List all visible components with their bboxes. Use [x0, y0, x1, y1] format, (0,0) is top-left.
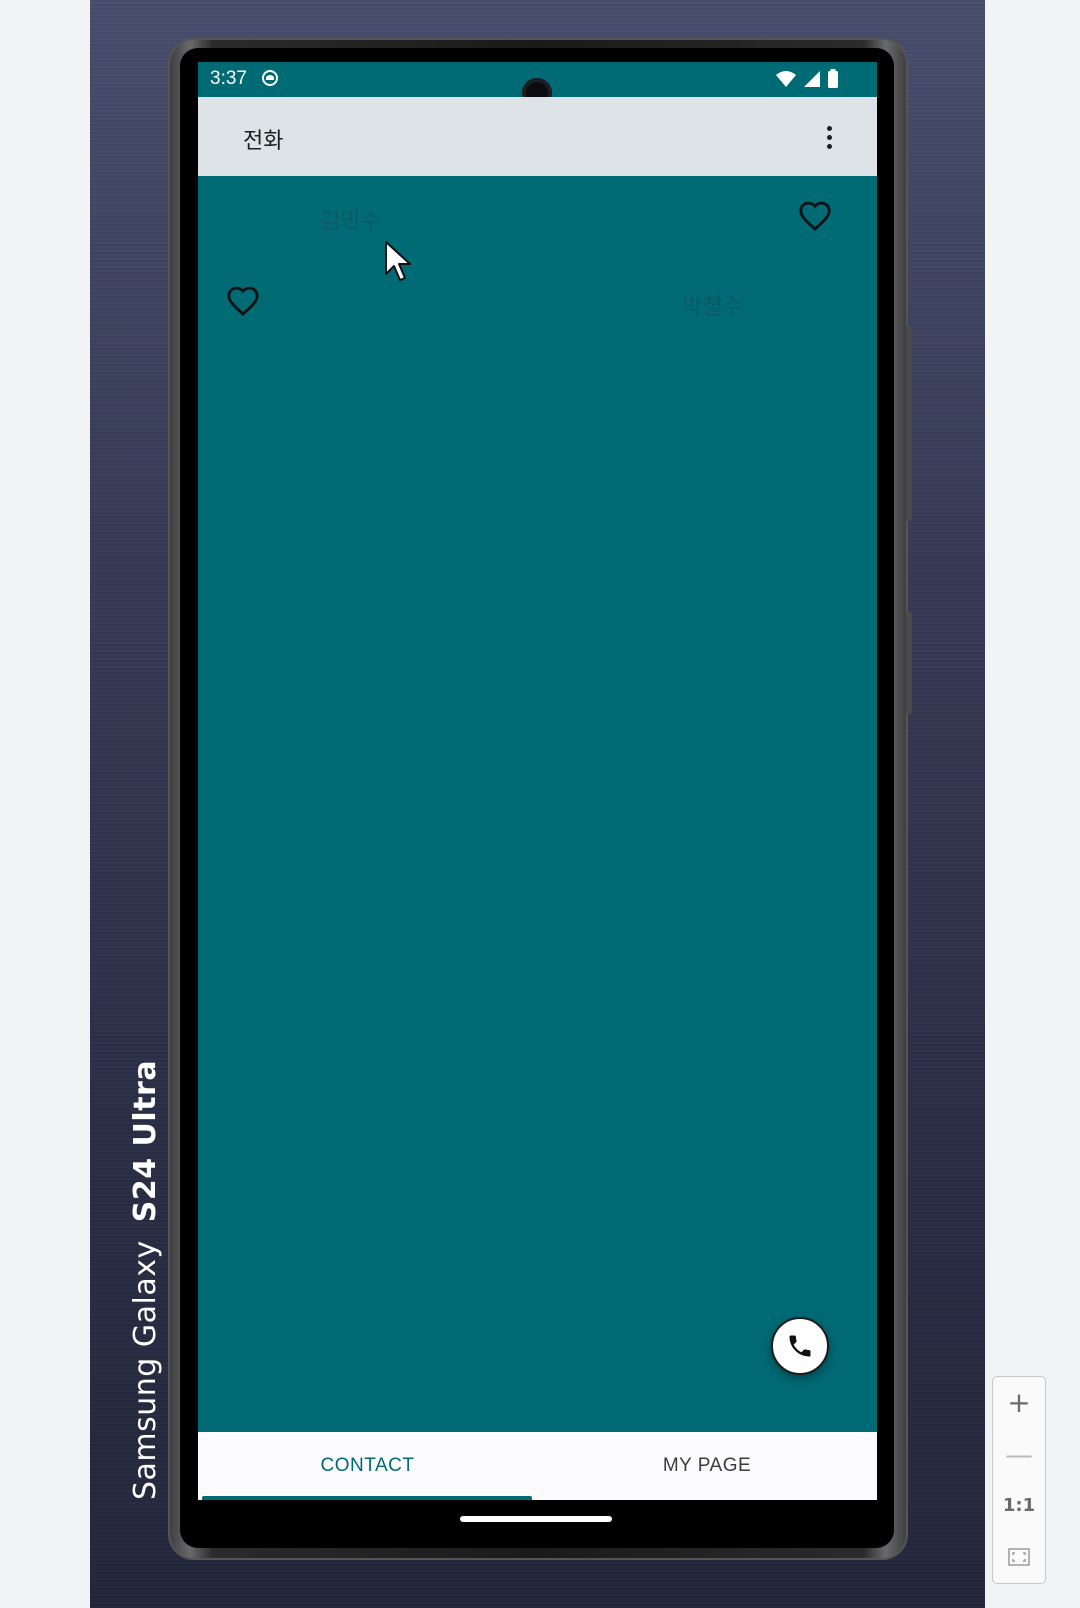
- more-vert-icon[interactable]: [817, 119, 841, 155]
- call-fab-button[interactable]: [771, 1317, 829, 1375]
- app-title: 전화: [243, 129, 284, 154]
- signal-icon: [804, 70, 820, 87]
- tab-my-page[interactable]: MY PAGE: [537, 1432, 877, 1500]
- actual-size-button[interactable]: 1:1: [993, 1480, 1045, 1532]
- contact-name: 김민수: [320, 209, 381, 234]
- heart-outline-icon[interactable]: [798, 200, 832, 234]
- device-label: Samsung Galaxy S24 Ultra: [128, 1060, 163, 1500]
- bottom-tab-bar: CONTACT MY PAGE: [198, 1432, 877, 1500]
- zoom-out-button[interactable]: —: [993, 1429, 1045, 1481]
- status-time: 3:37: [210, 68, 247, 89]
- zoom-in-button[interactable]: +: [993, 1377, 1045, 1429]
- volume-button: [906, 325, 912, 521]
- phone-screen: 3:37 전화 김민수 박철수 CONTACT MY PAGE: [198, 62, 877, 1500]
- battery-icon: [828, 69, 838, 88]
- zoom-controls: + — 1:1: [992, 1376, 1046, 1584]
- phone-icon: [789, 1335, 811, 1357]
- contact-name: 박철수: [682, 295, 743, 320]
- contact-list-item[interactable]: 김민수: [198, 176, 877, 262]
- device-model-label: S24 Ultra: [128, 1059, 163, 1223]
- tab-contact[interactable]: CONTACT: [198, 1432, 537, 1500]
- fit-screen-button[interactable]: [993, 1532, 1045, 1584]
- device-brand-label: Samsung Galaxy: [128, 1240, 163, 1500]
- contact-list-item[interactable]: 박철수: [198, 262, 877, 348]
- mouse-cursor-icon: [385, 241, 411, 281]
- home-gesture-handle[interactable]: [460, 1516, 612, 1522]
- app-notification-icon: [262, 70, 278, 86]
- heart-outline-icon[interactable]: [226, 285, 260, 319]
- app-bar: 전화: [198, 97, 877, 176]
- fit-screen-icon: [1008, 1548, 1030, 1566]
- status-icons: [775, 69, 839, 88]
- wifi-icon: [776, 70, 796, 87]
- gesture-nav-bar: [198, 1500, 877, 1536]
- power-button: [906, 612, 912, 714]
